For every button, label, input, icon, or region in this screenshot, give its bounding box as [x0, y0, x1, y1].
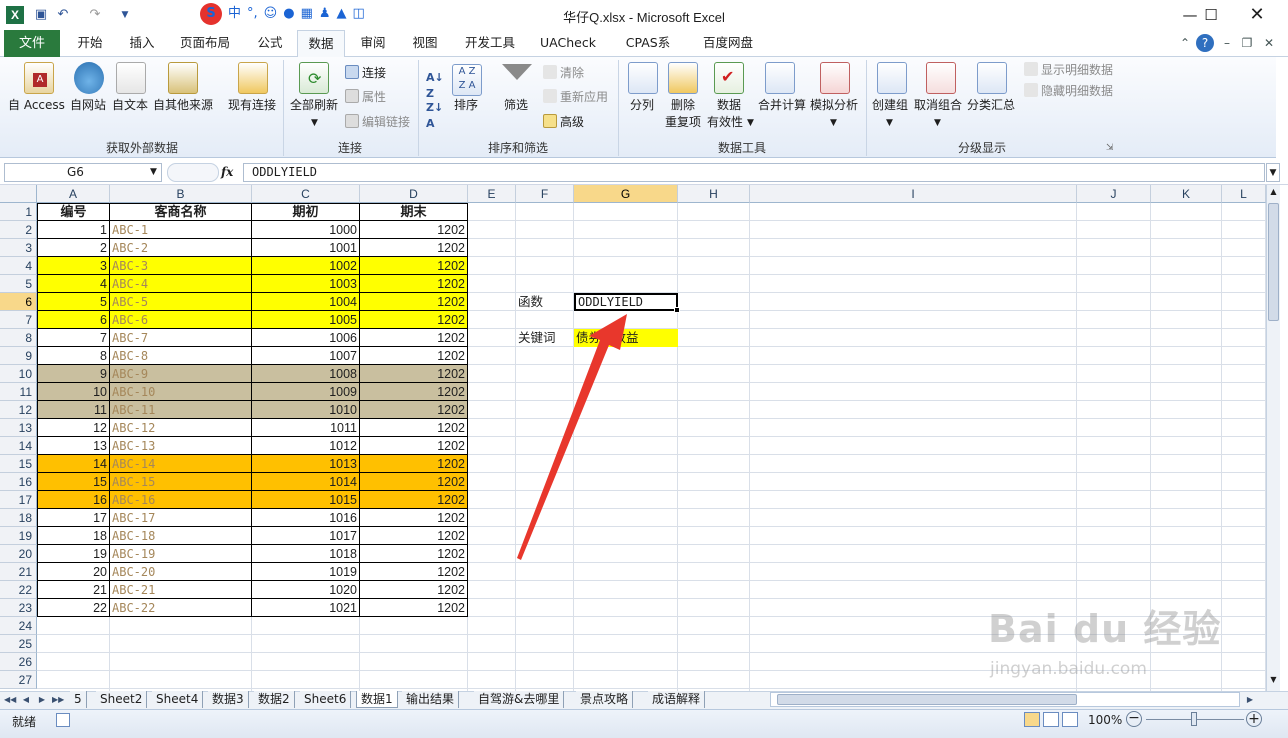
- sheet-tab-8[interactable]: 自驾游&去哪里: [474, 691, 565, 708]
- sheet-tab-5[interactable]: Sheet6: [300, 691, 352, 708]
- sheet-tab-10[interactable]: 成语解释: [648, 691, 706, 708]
- last-sheet-icon[interactable]: ▶▶: [52, 692, 64, 707]
- zoom-slider-thumb[interactable]: [1191, 712, 1197, 726]
- next-sheet-icon[interactable]: ▶: [36, 692, 48, 707]
- normal-view-icon[interactable]: [1024, 712, 1040, 727]
- page-break-view-icon[interactable]: [1062, 712, 1078, 727]
- macro-record-icon[interactable]: [56, 713, 70, 727]
- scroll-down-icon[interactable]: ▼: [1268, 675, 1279, 687]
- zoom-out-icon[interactable]: −: [1126, 711, 1142, 727]
- sheet-tab-0[interactable]: 5: [70, 691, 87, 708]
- red-arrow-shape: [517, 314, 627, 560]
- horizontal-scrollbar[interactable]: [770, 692, 1240, 707]
- sheet-tab-7[interactable]: 输出结果: [402, 691, 460, 708]
- zoom-level[interactable]: 100%: [1088, 712, 1122, 728]
- scroll-up-icon[interactable]: ▲: [1268, 187, 1279, 199]
- annotation-arrow: [517, 314, 627, 560]
- horizontal-scroll-thumb[interactable]: [777, 694, 1077, 705]
- sheet-tab-9[interactable]: 景点攻略: [576, 691, 634, 708]
- zoom-in-icon[interactable]: +: [1246, 711, 1262, 727]
- sheet-tab-4[interactable]: 数据2: [254, 691, 295, 708]
- sheet-tab-6[interactable]: 数据1: [356, 691, 398, 708]
- sheet-tab-3[interactable]: 数据3: [208, 691, 249, 708]
- first-sheet-icon[interactable]: ◀◀: [4, 692, 16, 707]
- status-ready: 就绪: [12, 715, 37, 729]
- sheet-tab-1[interactable]: Sheet2: [96, 691, 148, 708]
- vertical-scroll-thumb[interactable]: [1268, 203, 1279, 321]
- vertical-scrollbar[interactable]: ▲ ▼: [1266, 185, 1280, 691]
- page-layout-view-icon[interactable]: [1043, 712, 1059, 727]
- prev-sheet-icon[interactable]: ◀: [20, 692, 32, 707]
- sheet-tab-2[interactable]: Sheet4: [152, 691, 204, 708]
- scroll-right-icon[interactable]: ▶: [1244, 692, 1256, 707]
